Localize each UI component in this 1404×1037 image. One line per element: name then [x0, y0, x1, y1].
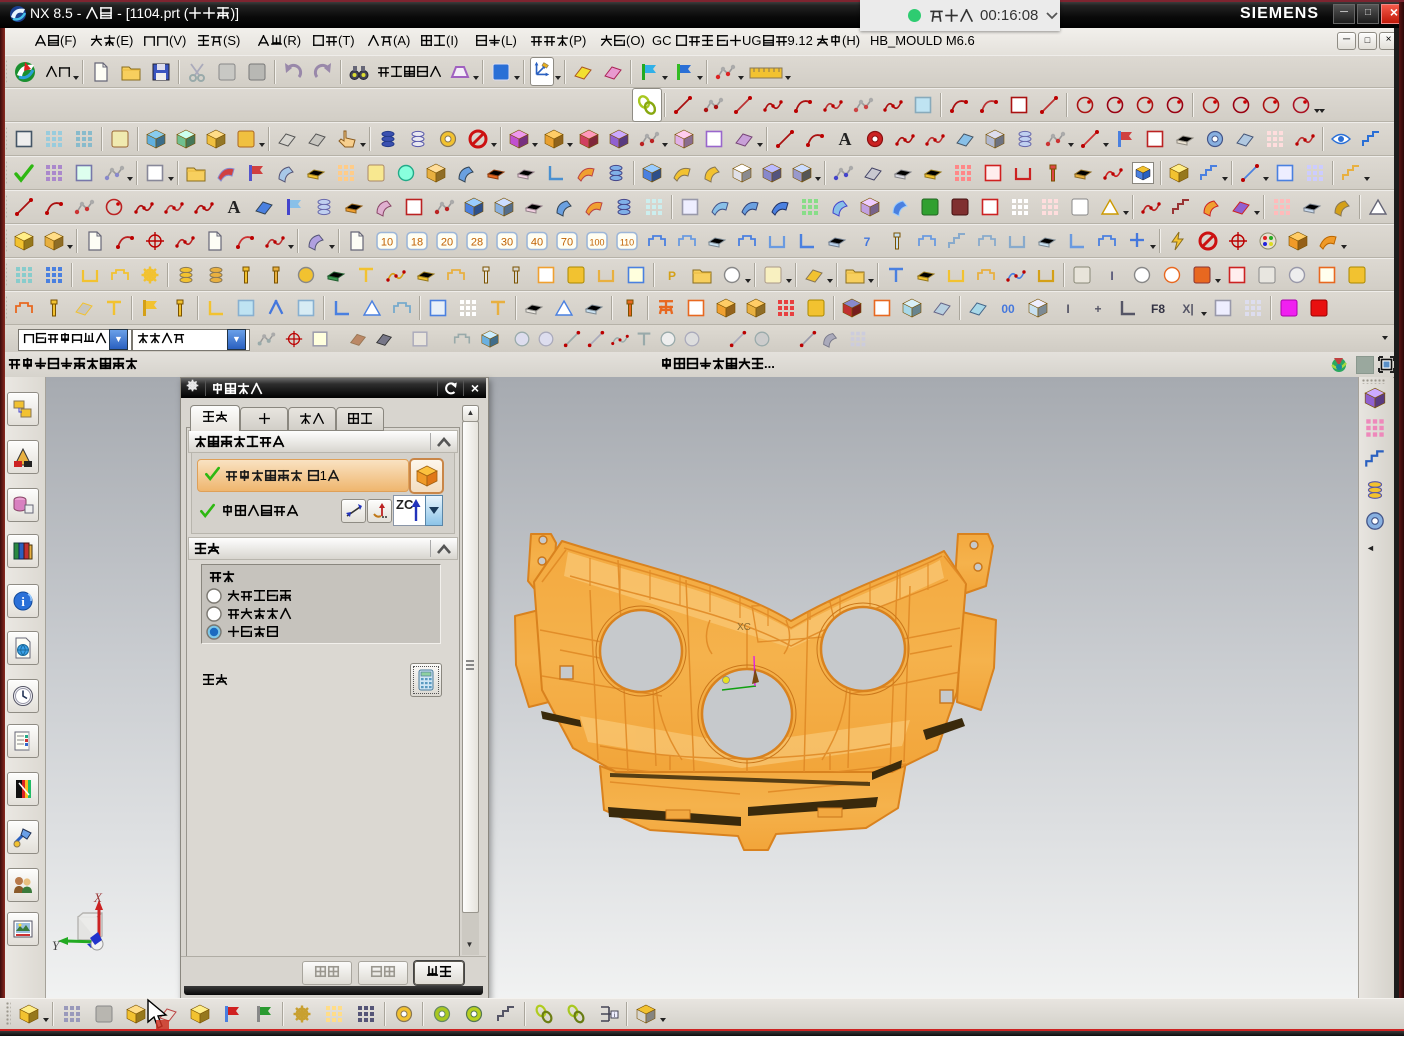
svg-text:i: i	[614, 1013, 615, 1019]
svg-text:70: 70	[561, 237, 573, 249]
svg-text:F8: F8	[1151, 302, 1165, 316]
svg-text:10: 10	[381, 237, 393, 249]
svg-text:Y: Y	[52, 938, 61, 952]
svg-text:00: 00	[1001, 302, 1015, 316]
svg-text:40: 40	[531, 237, 543, 249]
svg-text:30: 30	[501, 237, 513, 249]
svg-text:XC: XC	[737, 622, 751, 633]
svg-text:I: I	[1066, 302, 1069, 316]
svg-text:I: I	[1110, 269, 1113, 283]
svg-text:110: 110	[620, 238, 634, 248]
svg-text:X|: X|	[1182, 302, 1193, 316]
svg-text:P: P	[668, 269, 676, 283]
svg-text:18: 18	[411, 237, 423, 249]
svg-text:100: 100	[589, 238, 604, 248]
svg-text:28: 28	[471, 237, 483, 249]
svg-text:A: A	[839, 129, 852, 149]
svg-text:i: i	[21, 594, 25, 609]
svg-text:X: X	[93, 890, 103, 905]
svg-text:A: A	[228, 197, 241, 217]
svg-text:+: +	[1094, 302, 1101, 316]
svg-text:20: 20	[441, 237, 453, 249]
svg-text:7: 7	[864, 235, 871, 249]
